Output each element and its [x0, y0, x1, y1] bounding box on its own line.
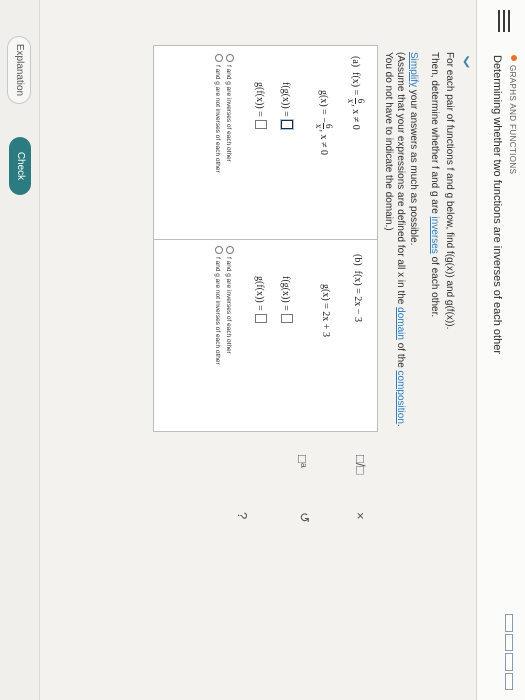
progress-indicator: [505, 614, 513, 690]
instruction-line-2: Then, determine whether f and g are inve…: [429, 52, 440, 318]
radio-icon[interactable]: [215, 54, 223, 62]
part-a-fg-row: f(g(x)) =: [280, 82, 293, 129]
part-a-gf-row: g(f(x)) =: [254, 82, 267, 129]
part-a-gf-answer-input[interactable]: [255, 119, 267, 129]
explanation-button[interactable]: Explanation: [7, 36, 31, 104]
section-breadcrumb: GRAPHS AND FUNCTIONS: [508, 55, 517, 174]
exponent-icon: □ᵃ: [295, 455, 310, 468]
instruction-line-4: (Assume that your expressions are define…: [395, 52, 406, 427]
menu-icon[interactable]: [497, 10, 513, 32]
instruction-line-1: For each pair of functions f and g below…: [444, 52, 455, 330]
section-label: GRAPHS AND FUNCTIONS: [508, 65, 517, 175]
fraction-icon: □/□: [353, 455, 368, 475]
instruction-line-3: Simplify your answers as much as possibl…: [408, 52, 419, 246]
clear-button[interactable]: ×: [353, 512, 368, 520]
instruction-line-5: You do not have to indicate the domain.): [383, 52, 394, 231]
undo-button[interactable]: ↺: [296, 512, 312, 523]
column-divider: [154, 239, 377, 240]
exponent-tool-button[interactable]: □ᵃ: [295, 455, 310, 468]
radio-icon[interactable]: [215, 246, 223, 254]
part-b-fg-answer-input[interactable]: [281, 313, 293, 323]
footer-bar: Explanation Check: [0, 0, 40, 700]
domain-link[interactable]: domain: [395, 307, 406, 340]
radio-icon[interactable]: [226, 246, 234, 254]
part-a-f-definition: (a) f(x) = 6x, x ≠ 0: [346, 56, 366, 130]
part-a-fg-answer-input[interactable]: [281, 119, 293, 129]
help-icon: ?: [235, 512, 250, 520]
fraction-tool-button[interactable]: □/□: [353, 455, 368, 474]
page-title: Determining whether two functions are in…: [491, 55, 503, 354]
part-a-g-definition: g(x) = −6 x, x ≠ 0: [314, 90, 334, 155]
composition-link[interactable]: composition: [395, 371, 406, 424]
status-dot-icon: [511, 55, 517, 61]
inverses-link[interactable]: inverses: [429, 217, 440, 254]
part-b-gf-answer-input[interactable]: [255, 313, 267, 323]
problem-box: (a) f(x) = 6x, x ≠ 0 g(x) = −6 x, x ≠ 0 f…: [153, 45, 378, 432]
close-icon: ×: [353, 512, 368, 520]
part-b-f-definition: (b) f(x) = 2x − 3: [352, 254, 363, 322]
part-b-gf-row: g(f(x)) =: [254, 276, 267, 323]
header-bar: GRAPHS AND FUNCTIONS Determining whether…: [476, 0, 525, 700]
app-screen: GRAPHS AND FUNCTIONS Determining whether…: [0, 0, 525, 700]
part-a-option-not-inverse[interactable]: f and g are not inverses of each other: [214, 54, 223, 173]
radio-icon[interactable]: [226, 54, 234, 62]
help-button[interactable]: ?: [235, 512, 250, 519]
chevron-down-icon[interactable]: ❯: [462, 56, 471, 69]
math-tool-panel: □/□ □ᵃ × ↺ ?: [235, 434, 378, 599]
undo-icon: ↺: [297, 512, 312, 523]
part-b-option-inverse[interactable]: f and g are inverses of each other: [225, 246, 234, 354]
simplify-link[interactable]: Simplify: [408, 52, 419, 87]
part-b-fg-row: f(g(x)) =: [280, 276, 293, 323]
check-button[interactable]: Check: [9, 137, 31, 195]
part-a-option-inverse[interactable]: f and g are inverses of each other: [225, 54, 234, 162]
part-b-g-definition: g(x) = 2x + 3: [320, 284, 331, 337]
part-b-option-not-inverse[interactable]: f and g are not inverses of each other: [214, 246, 223, 365]
